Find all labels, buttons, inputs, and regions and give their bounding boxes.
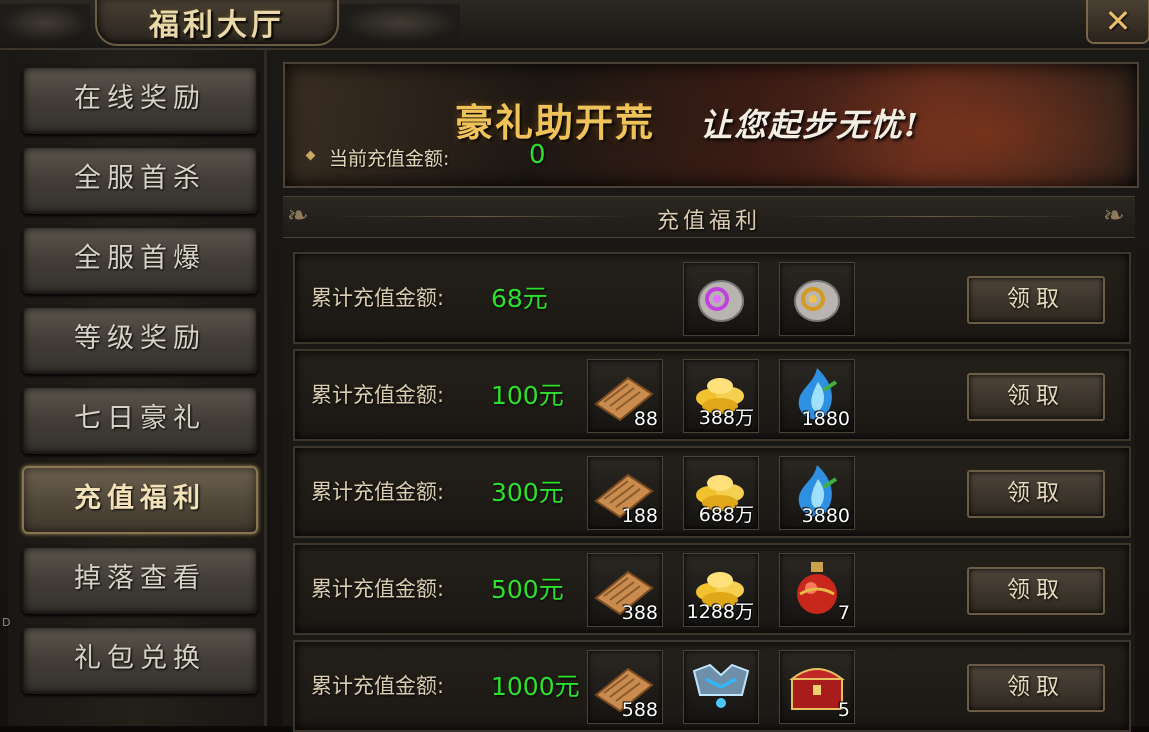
claim-button-label: 领取 — [1007, 286, 1065, 312]
sidebar-item-seven-day-gift[interactable]: 七日豪礼 — [22, 386, 258, 454]
armor-icon — [692, 663, 750, 708]
gold-scroll-icon — [794, 280, 840, 322]
row-label: 累计充值金额: — [311, 577, 445, 601]
reward-row: 累计充值金额: 68元 领取 — [293, 252, 1131, 344]
sidebar-item-label: 等级奖励 — [74, 323, 206, 354]
reward-row: 累计充值金额: 500元 388 1288万 7 领取 — [293, 543, 1131, 635]
diamond-bullet-icon — [305, 150, 316, 161]
dragon-ornament-left — [0, 4, 90, 42]
current-recharge-value: 0 — [529, 140, 546, 170]
reward-slot[interactable]: 1880 — [779, 359, 855, 433]
claim-button-label: 领取 — [1007, 577, 1065, 603]
sidebar-item-label: 在线奖励 — [74, 83, 206, 114]
sidebar: 在线奖励 全服首杀 全服首爆 等级奖励 七日豪礼 充值福利 掉落查看 礼包兑换 — [8, 50, 267, 726]
reward-slot[interactable]: 388万 — [683, 359, 759, 433]
row-label: 累计充值金额: — [311, 674, 445, 698]
row-amount: 68元 — [491, 284, 548, 313]
reward-list: 累计充值金额: 68元 领取 累计充值金额: 100元 88 388万 1880… — [283, 240, 1135, 732]
sidebar-item-level-reward[interactable]: 等级奖励 — [22, 306, 258, 374]
claim-button[interactable]: 领取 — [967, 664, 1105, 712]
sidebar-item-online-reward[interactable]: 在线奖励 — [22, 66, 258, 134]
claim-button-label: 领取 — [1007, 674, 1065, 700]
reward-slot[interactable]: 88 — [587, 359, 663, 433]
close-icon: ✕ — [1104, 2, 1132, 40]
reward-row: 累计充值金额: 1000元 588 5 领取 — [293, 640, 1131, 732]
sidebar-item-label: 掉落查看 — [74, 563, 206, 594]
purple-scroll-icon — [698, 280, 744, 322]
reward-slot[interactable]: 5 — [779, 650, 855, 724]
row-amount: 1000元 — [491, 672, 580, 701]
item-quantity: 388 — [621, 602, 658, 624]
row-amount: 300元 — [491, 478, 564, 507]
item-quantity: 588 — [621, 699, 658, 721]
reward-slot[interactable]: 188 — [587, 456, 663, 530]
current-recharge-label: 当前充值金额: — [329, 148, 450, 170]
sidebar-item-recharge-welfare[interactable]: 充值福利 — [22, 466, 258, 534]
sidebar-item-label: 七日豪礼 — [74, 403, 206, 434]
claim-button[interactable]: 领取 — [967, 276, 1105, 324]
sidebar-item-label: 全服首杀 — [74, 163, 206, 194]
sidebar-item-server-first-kill[interactable]: 全服首杀 — [22, 146, 258, 214]
reward-slot[interactable]: 688万 — [683, 456, 759, 530]
section-header: ❧ 充值福利 ❧ — [283, 196, 1135, 238]
sidebar-item-gift-redeem[interactable]: 礼包兑换 — [22, 626, 258, 694]
item-quantity: 388万 — [698, 407, 754, 429]
claim-button[interactable]: 领取 — [967, 373, 1105, 421]
window-title: 福利大厅 — [149, 8, 285, 43]
reward-slot[interactable] — [683, 650, 759, 724]
reward-slot[interactable]: 388 — [587, 553, 663, 627]
claim-button[interactable]: 领取 — [967, 567, 1105, 615]
close-button[interactable]: ✕ — [1086, 0, 1149, 44]
title-plaque: 福利大厅 — [95, 0, 339, 46]
sidebar-item-label: 礼包兑换 — [74, 643, 206, 674]
sidebar-item-server-first-drop[interactable]: 全服首爆 — [22, 226, 258, 294]
reward-slot[interactable] — [683, 262, 759, 336]
item-quantity: 1288万 — [686, 601, 754, 623]
reward-slot[interactable]: 1288万 — [683, 553, 759, 627]
item-quantity: 5 — [837, 699, 850, 721]
item-quantity: 1880 — [801, 408, 850, 430]
reward-slot[interactable]: 3880 — [779, 456, 855, 530]
item-quantity: 88 — [633, 408, 658, 430]
divider — [783, 216, 1083, 217]
claim-button[interactable]: 领取 — [967, 470, 1105, 518]
reward-row: 累计充值金额: 100元 88 388万 1880 领取 — [293, 349, 1131, 441]
swirl-ornament-icon: ❧ — [1103, 201, 1125, 231]
reward-slot[interactable] — [779, 262, 855, 336]
banner-headline-sub: 让您起步无忧! — [700, 106, 921, 144]
row-label: 累计充值金额: — [311, 480, 445, 504]
banner-headline-main: 豪礼助开荒 — [455, 100, 656, 145]
row-amount: 100元 — [491, 381, 564, 410]
sidebar-item-label: 全服首爆 — [74, 243, 206, 274]
title-bar: 福利大厅 ✕ — [0, 0, 1149, 50]
row-amount: 500元 — [491, 575, 564, 604]
item-quantity: 688万 — [698, 504, 754, 526]
item-quantity: 188 — [621, 505, 658, 527]
promo-banner: 豪礼助开荒 让您起步无忧! 当前充值金额: 0 — [283, 62, 1139, 188]
section-title: 充值福利 — [656, 209, 761, 234]
sidebar-item-label: 充值福利 — [74, 483, 206, 514]
item-quantity: 7 — [837, 602, 850, 624]
row-label: 累计充值金额: — [311, 286, 445, 310]
row-label: 累计充值金额: — [311, 383, 445, 407]
sidebar-item-drop-view[interactable]: 掉落查看 — [22, 546, 258, 614]
reward-slot[interactable]: 7 — [779, 553, 855, 627]
welfare-hall-window: 福利大厅 ✕ 在线奖励 全服首杀 全服首爆 等级奖励 七日豪礼 充值福利 掉落查… — [0, 0, 1149, 732]
claim-button-label: 领取 — [1007, 480, 1065, 506]
item-quantity: 3880 — [801, 505, 850, 527]
edge-mark: D — [2, 616, 11, 629]
reward-slot[interactable]: 588 — [587, 650, 663, 724]
claim-button-label: 领取 — [1007, 383, 1065, 409]
dragon-ornament-right — [340, 4, 460, 42]
reward-row: 累计充值金额: 300元 188 688万 3880 领取 — [293, 446, 1131, 538]
